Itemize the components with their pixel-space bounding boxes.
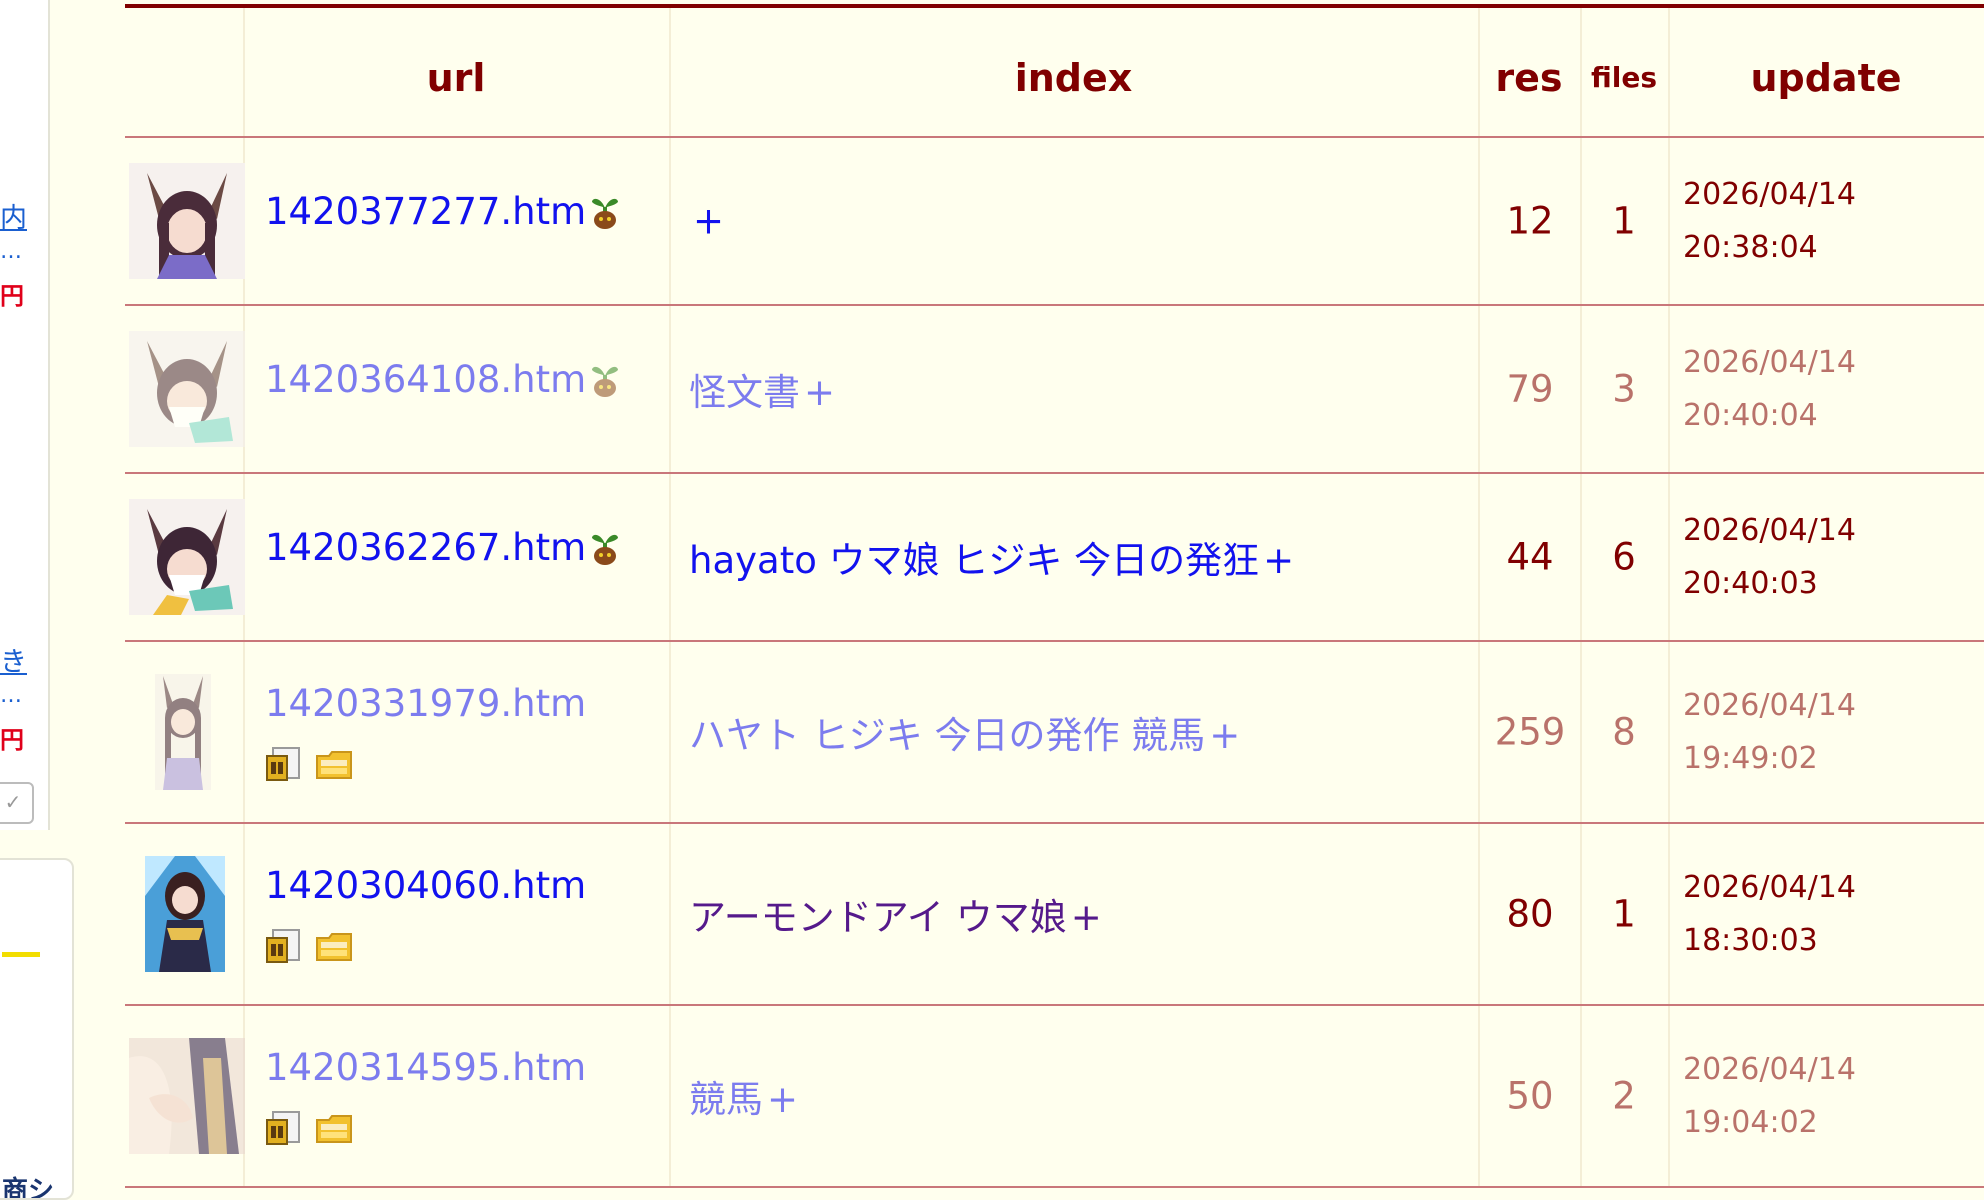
table-row: 1420377277.htm + 12 1 2026/04/14 20:38:04 [125,138,1984,306]
thread-url-link[interactable]: 1420314595.htm [265,1046,586,1089]
column-header-url[interactable]: url [243,8,669,136]
thread-thumbnail[interactable] [129,331,245,447]
sprout-icon [590,192,620,230]
sidebar-bottom-text[interactable]: 商シ [2,1176,54,1198]
files-count: 8 [1612,710,1636,754]
column-header-res[interactable]: res [1478,8,1580,136]
table-row: 1420304060.htm アーモンドアイ ウマ娘 + 80 1 2026/04… [125,824,1984,1006]
sidebar-product-sub-1: … [0,239,22,264]
zip-folder-icon[interactable] [315,1114,353,1144]
res-count: 12 [1506,199,1554,243]
thread-url-link[interactable]: 1420331979.htm [265,682,586,725]
table-row: 1420314595.htm 競馬 + 50 2 2026/04/14 19:04:… [125,1006,1984,1188]
column-header-files[interactable]: files [1580,8,1668,136]
thread-index-link[interactable]: + [689,200,724,243]
thread-index-link[interactable]: アーモンドアイ ウマ娘 + [689,887,1102,941]
thumbnail-image [155,674,211,790]
zip-folder-icon[interactable] [315,750,353,780]
thread-thumbnail[interactable] [145,856,225,972]
res-count: 80 [1506,892,1554,936]
thread-url-link[interactable]: 1420362267.htm [265,526,620,569]
table-header-row: url index res files update [125,8,1984,138]
thumbnail-image [129,1038,245,1154]
sprout-icon [590,528,620,566]
thread-index-link[interactable]: ハヤト ヒジキ 今日の発作 競馬 + [689,705,1240,759]
res-count: 79 [1506,367,1554,411]
files-count: 1 [1612,199,1636,243]
update-timestamp: 2026/04/14 19:49:02 [1683,688,1856,776]
res-count: 259 [1494,710,1566,754]
column-header-index[interactable]: index [669,8,1478,136]
thread-url-link[interactable]: 1420364108.htm [265,358,620,401]
zip-folder-icon[interactable] [315,932,353,962]
image-file-icon[interactable] [265,1110,303,1146]
res-count: 50 [1506,1074,1554,1118]
thread-thumbnail[interactable] [129,163,245,279]
sidebar-product-link-2[interactable]: き [0,648,27,678]
thread-table: url index res files update 1420377277.ht… [125,4,1984,1188]
check-icon[interactable]: ✓ [0,782,34,824]
image-file-icon[interactable] [265,928,303,964]
sidebar-price-2: 円 [0,726,24,754]
thread-url-link[interactable]: 1420377277.htm [265,190,620,233]
sidebar-product-sub-2: … [0,683,22,708]
column-header-update[interactable]: update [1668,8,1984,136]
thread-file-icons [265,1110,353,1146]
update-timestamp: 2026/04/14 20:40:03 [1683,513,1856,601]
update-timestamp: 2026/04/14 20:38:04 [1683,177,1856,265]
thumbnail-image [129,163,245,279]
sprout-icon [590,360,620,398]
thread-thumbnail[interactable] [129,1038,245,1154]
thread-index-link[interactable]: 怪文書 + [689,362,835,416]
files-count: 3 [1612,367,1636,411]
thread-url-link[interactable]: 1420304060.htm [265,864,586,907]
thread-index-link[interactable]: 競馬 + [689,1069,798,1123]
update-timestamp: 2026/04/14 19:04:02 [1683,1052,1856,1140]
sidebar-product-link-1[interactable]: 内 [0,204,27,234]
table-row: 1420364108.htm 怪文書 + 79 3 2026/04/14 20:40… [125,306,1984,474]
files-count: 1 [1612,892,1636,936]
update-timestamp: 2026/04/14 18:30:03 [1683,870,1856,958]
update-timestamp: 2026/04/14 20:40:04 [1683,345,1856,433]
thread-file-icons [265,746,353,782]
sidebar-yellow-bar [2,952,40,957]
left-sidebar: 内 … 円 き … 円 ✓ [0,0,50,830]
files-count: 2 [1612,1074,1636,1118]
image-file-icon[interactable] [265,746,303,782]
thread-thumbnail[interactable] [155,674,211,790]
table-row: 1420362267.htm hayato ウマ娘 ヒジキ 今日の発狂 + 44 … [125,474,1984,642]
sidebar-price-1: 円 [0,282,24,310]
sidebar-ad-box: 商シ [0,858,74,1200]
files-count: 6 [1612,535,1636,579]
thumbnail-image [129,331,245,447]
thumbnail-image [145,856,225,972]
res-count: 44 [1506,535,1554,579]
thread-thumbnail[interactable] [129,499,245,615]
thread-file-icons [265,928,353,964]
table-row: 1420331979.htm ハヤト ヒジキ 今日の発作 競馬 + 259 8 2… [125,642,1984,824]
thumbnail-image [129,499,245,615]
thread-index-link[interactable]: hayato ウマ娘 ヒジキ 今日の発狂 + [689,530,1294,584]
